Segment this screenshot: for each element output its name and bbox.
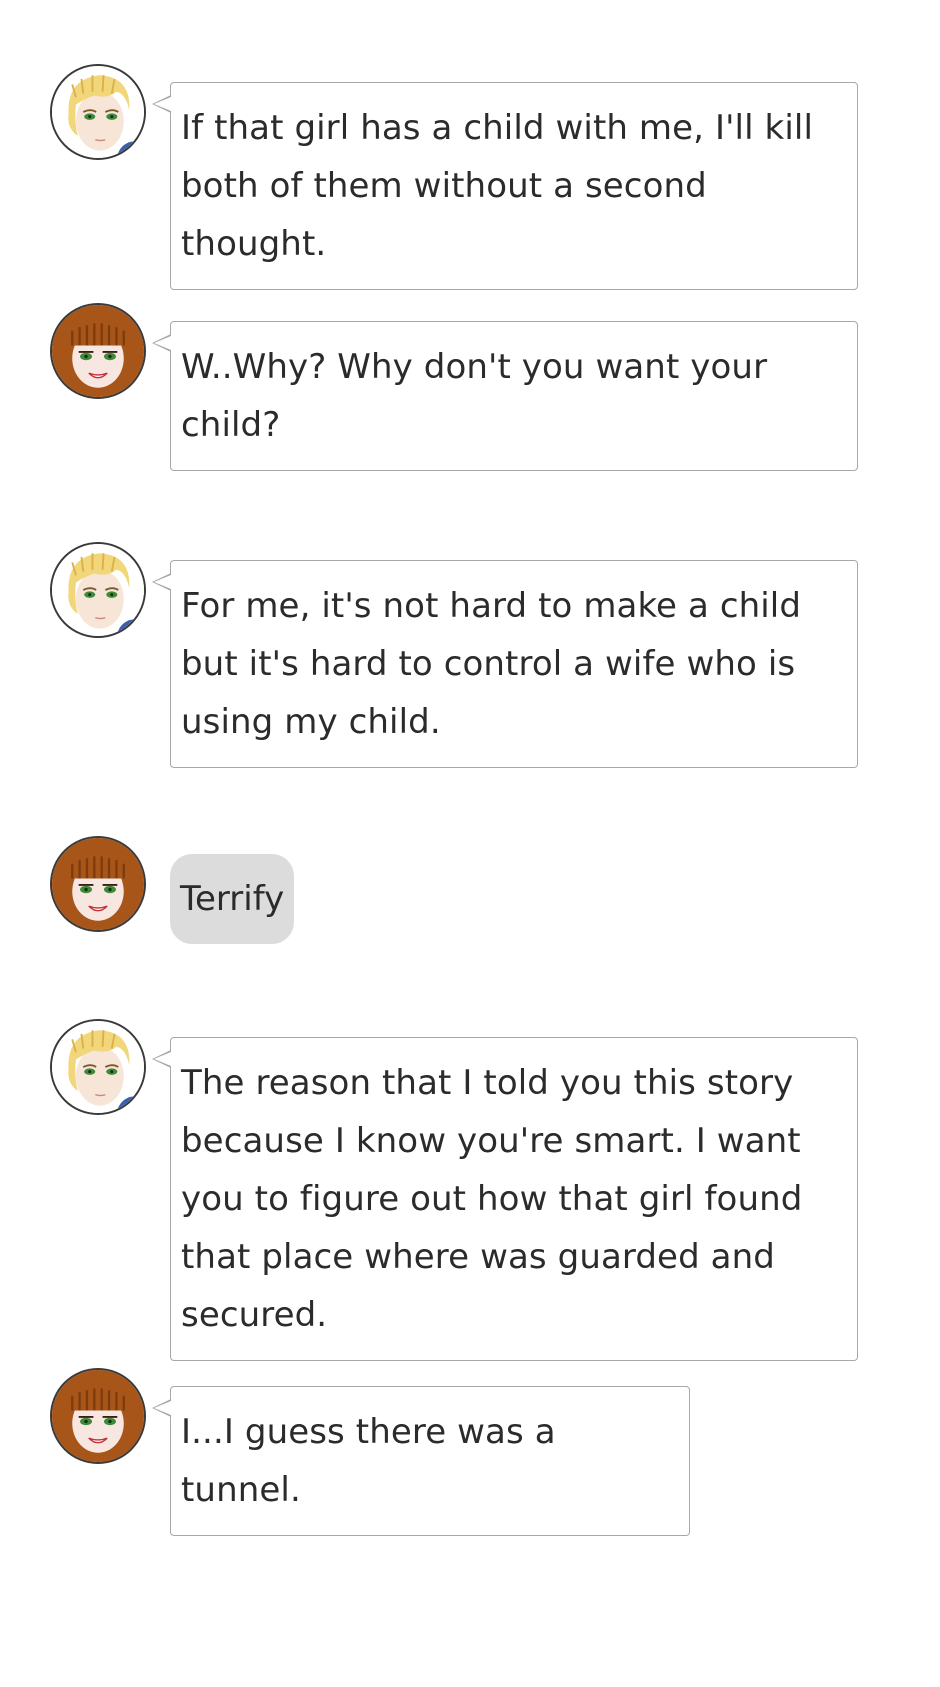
blonde-man-avatar-icon <box>50 64 146 160</box>
speech-bubble: The reason that I told you this story be… <box>152 1037 858 1361</box>
blonde-man-avatar-icon <box>50 1019 146 1115</box>
bubble-tail <box>152 1399 171 1417</box>
blonde-man-avatar-icon <box>50 542 146 638</box>
message-text: W..Why? Why don't you want your child? <box>181 347 768 445</box>
action-text: Terrify <box>180 879 285 919</box>
redhead-girl-avatar-icon <box>50 1368 146 1464</box>
action-bubble: Terrify <box>170 854 294 944</box>
message-text: For me, it's not hard to make a child bu… <box>181 586 802 742</box>
message-text: The reason that I told you this story be… <box>181 1063 803 1335</box>
bubble-tail <box>152 1050 171 1068</box>
speech-bubble: W..Why? Why don't you want your child? <box>152 321 858 471</box>
speech-bubble: I...I guess there was a tunnel. <box>152 1386 690 1536</box>
redhead-girl-avatar-icon <box>50 836 146 932</box>
speech-bubble: For me, it's not hard to make a child bu… <box>152 560 858 768</box>
redhead-girl-avatar-icon <box>50 303 146 399</box>
bubble-tail <box>152 95 171 113</box>
speech-bubble: If that girl has a child with me, I'll k… <box>152 82 858 290</box>
bubble-tail <box>152 573 171 591</box>
bubble-tail <box>152 334 171 352</box>
message-text: I...I guess there was a tunnel. <box>181 1412 556 1510</box>
message-text: If that girl has a child with me, I'll k… <box>181 108 813 264</box>
